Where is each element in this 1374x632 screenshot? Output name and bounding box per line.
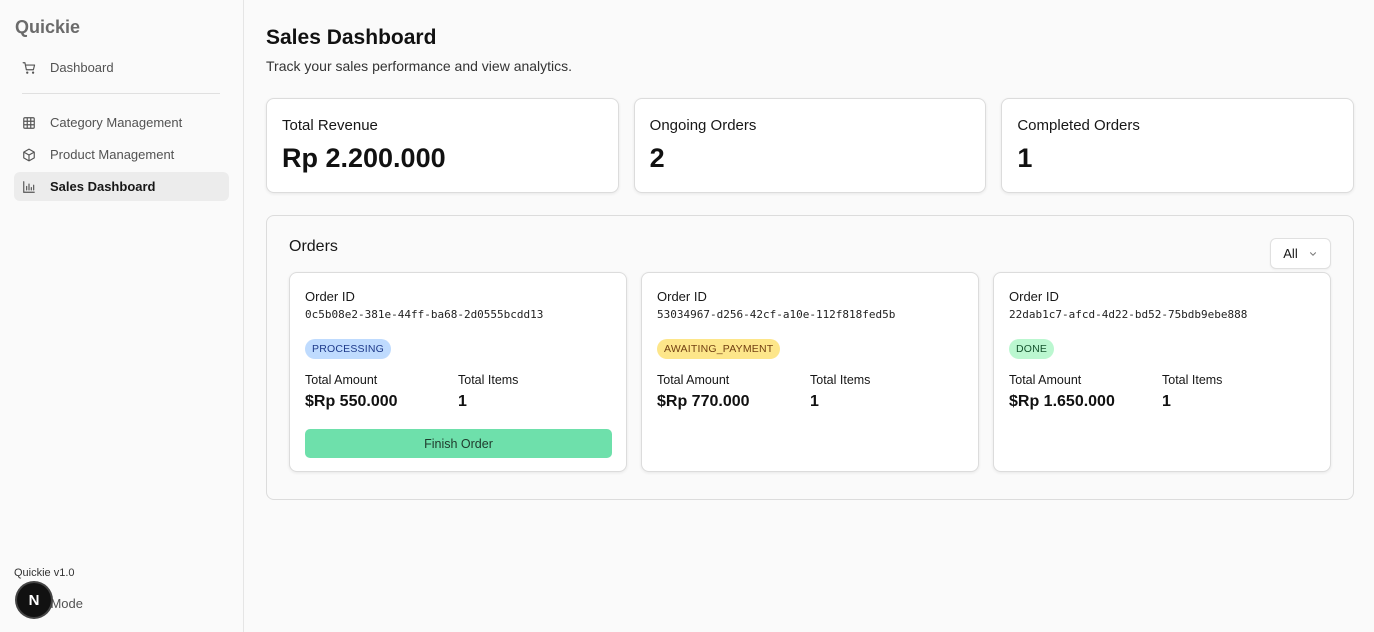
status-badge: PROCESSING [305,339,392,359]
order-metrics: Total Amount $Rp 1.650.000 Total Items 1 [1009,373,1315,411]
total-items: Total Items 1 [810,373,963,411]
sidebar-item-label: Category Management [50,115,183,130]
sidebar-item-sales-dashboard[interactable]: Sales Dashboard [14,172,229,201]
orders-title: Orders [289,238,338,255]
sidebar-item-label: Product Management [50,147,175,162]
stat-label: Completed Orders [1017,117,1140,134]
total-items-label: Total Items [810,373,871,387]
page-subtitle: Track your sales performance and view an… [266,58,573,74]
stat-card-total-revenue: Total Revenue Rp 2.200.000 [266,98,619,193]
order-card: Order ID 53034967-d256-42cf-a10e-112f818… [641,272,979,472]
order-card: Order ID 0c5b08e2-381e-44ff-ba68-2d0555b… [289,272,627,472]
total-amount-value: $Rp 550.000 [305,393,398,410]
stat-card-completed-orders: Completed Orders 1 [1001,98,1355,193]
total-amount: Total Amount $Rp 550.000 [305,373,458,411]
main-content: Sales Dashboard Track your sales perform… [244,0,1374,632]
cart-icon [22,61,36,75]
order-grid: Order ID 0c5b08e2-381e-44ff-ba68-2d0555b… [289,272,1331,472]
order-id-value: 22dab1c7-afcd-4d22-bd52-75bdb9ebe888 [1009,308,1248,321]
stat-value: 1 [1017,143,1033,173]
sidebar-item-category-management[interactable]: Category Management [14,108,229,137]
total-items: Total Items 1 [458,373,611,411]
total-items-value: 1 [810,393,819,410]
status-badge: DONE [1009,339,1055,359]
filter-value: All [1283,246,1298,261]
status-badge: AWAITING_PAYMENT [657,339,781,359]
sidebar-nav: Dashboard Category Management Product Ma… [14,53,229,201]
order-status-filter[interactable]: All [1270,238,1331,269]
stat-value: Rp 2.200.000 [282,143,446,173]
stat-card-ongoing-orders: Ongoing Orders 2 [633,98,987,193]
orders-panel: Orders All Order ID 0c5b08e2-381e-44ff-b… [266,215,1354,500]
finish-order-button[interactable]: Finish Order [305,429,612,458]
sidebar-item-dashboard[interactable]: Dashboard [14,53,229,82]
sidebar: Quickie Dashboard Category Management Pr… [0,0,244,632]
stats-row: Total Revenue Rp 2.200.000 Ongoing Order… [266,98,1355,193]
bar-chart-icon [22,180,36,194]
total-items-value: 1 [1162,393,1171,410]
total-items-value: 1 [458,393,467,410]
order-id-label: Order ID [1009,289,1059,304]
order-metrics: Total Amount $Rp 550.000 Total Items 1 [305,373,611,411]
app-version: Quickie v1.0 [14,567,75,579]
total-items: Total Items 1 [1162,373,1315,411]
sidebar-item-label: Sales Dashboard [50,179,156,194]
total-items-label: Total Items [1162,373,1223,387]
sidebar-item-product-management[interactable]: Product Management [14,140,229,169]
stat-label: Total Revenue [282,117,378,134]
box-icon [22,148,36,162]
order-metrics: Total Amount $Rp 770.000 Total Items 1 [657,373,963,411]
sidebar-item-label: Dashboard [50,60,114,75]
order-card: Order ID 22dab1c7-afcd-4d22-bd52-75bdb9e… [993,272,1331,472]
total-amount-value: $Rp 1.650.000 [1009,393,1115,410]
brand-logo: Quickie [15,17,81,37]
next-dev-badge[interactable]: N [17,583,51,617]
stat-value: 2 [649,143,665,173]
total-amount-label: Total Amount [305,373,378,387]
total-items-label: Total Items [458,373,519,387]
total-amount-label: Total Amount [1009,373,1082,387]
order-id-value: 0c5b08e2-381e-44ff-ba68-2d0555bcdd13 [305,308,544,321]
page-title: Sales Dashboard [266,26,437,49]
total-amount-value: $Rp 770.000 [657,393,750,410]
stat-label: Ongoing Orders [649,117,757,134]
order-id-label: Order ID [657,289,707,304]
grid-icon [22,116,36,130]
total-amount: Total Amount $Rp 1.650.000 [1009,373,1162,411]
app-root: Quickie Dashboard Category Management Pr… [0,0,1374,632]
total-amount: Total Amount $Rp 770.000 [657,373,810,411]
total-amount-label: Total Amount [657,373,730,387]
order-id-label: Order ID [305,289,355,304]
sidebar-divider [22,93,220,94]
chevron-down-icon [1308,249,1318,259]
order-id-value: 53034967-d256-42cf-a10e-112f818fed5b [657,308,896,321]
